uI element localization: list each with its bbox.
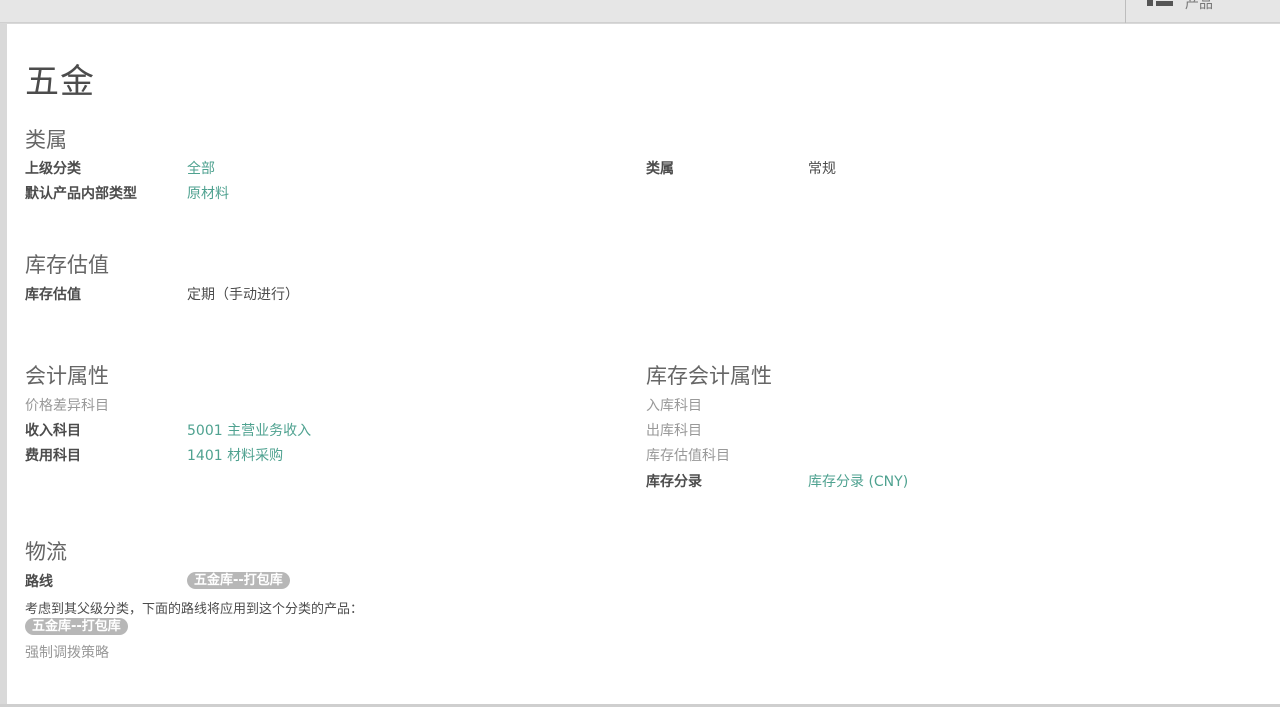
stock-journal-link[interactable]: 库存分录 (CNY) <box>808 471 908 491</box>
income-account-link[interactable]: 5001 主营业务收入 <box>187 420 311 440</box>
top-toolbar: 产品 <box>0 0 1280 23</box>
default-product-type-value[interactable]: 原材料 <box>187 183 229 203</box>
section-title-logistics: 物流 <box>25 540 67 564</box>
default-product-type-label: 默认产品内部类型 <box>25 186 137 202</box>
removal-strategy-label: 强制调拨策略 <box>25 645 109 661</box>
parent-category-label: 上级分类 <box>25 161 81 177</box>
section-title-stock-accounting: 库存会计属性 <box>646 364 772 388</box>
view-switch-label[interactable]: 产品 <box>1185 0 1213 13</box>
expense-account-label: 费用科目 <box>25 448 81 464</box>
section-title-category: 类属 <box>25 128 67 152</box>
parent-category-link[interactable]: 全部 <box>187 158 215 178</box>
expense-account-link[interactable]: 1401 材料采购 <box>187 445 283 465</box>
stock-valuation-account-label: 库存估值科目 <box>646 448 730 464</box>
category-title: 五金 <box>25 62 95 102</box>
toolbar-divider <box>1125 0 1126 23</box>
list-view-icon[interactable] <box>1147 0 1173 8</box>
stock-journal-label: 库存分录 <box>646 474 702 490</box>
income-account-label: 收入科目 <box>25 423 81 439</box>
section-title-valuation: 库存估值 <box>25 253 109 277</box>
stock-output-account-label: 出库科目 <box>646 423 702 439</box>
form-sheet: 五金 类属 上级分类 全部 默认产品内部类型 原材料 类属 常规 库存估值 库存… <box>7 24 1280 704</box>
route-tag[interactable]: 五金库--打包库 <box>187 572 290 589</box>
stock-input-account-label: 入库科目 <box>646 398 702 414</box>
section-title-accounting: 会计属性 <box>25 364 109 388</box>
price-difference-account-label: 价格差异科目 <box>25 398 109 414</box>
inventory-valuation-label: 库存估值 <box>25 287 81 303</box>
category-kind-label: 类属 <box>646 161 674 177</box>
inherited-route-tag[interactable]: 五金库--打包库 <box>25 618 128 635</box>
routes-label: 路线 <box>25 574 53 590</box>
category-kind-value: 常规 <box>808 161 836 177</box>
inventory-valuation-value: 定期（手动进行） <box>187 287 299 303</box>
inherited-routes-note: 考虑到其父级分类，下面的路线将应用到这个分类的产品： <box>25 602 364 617</box>
